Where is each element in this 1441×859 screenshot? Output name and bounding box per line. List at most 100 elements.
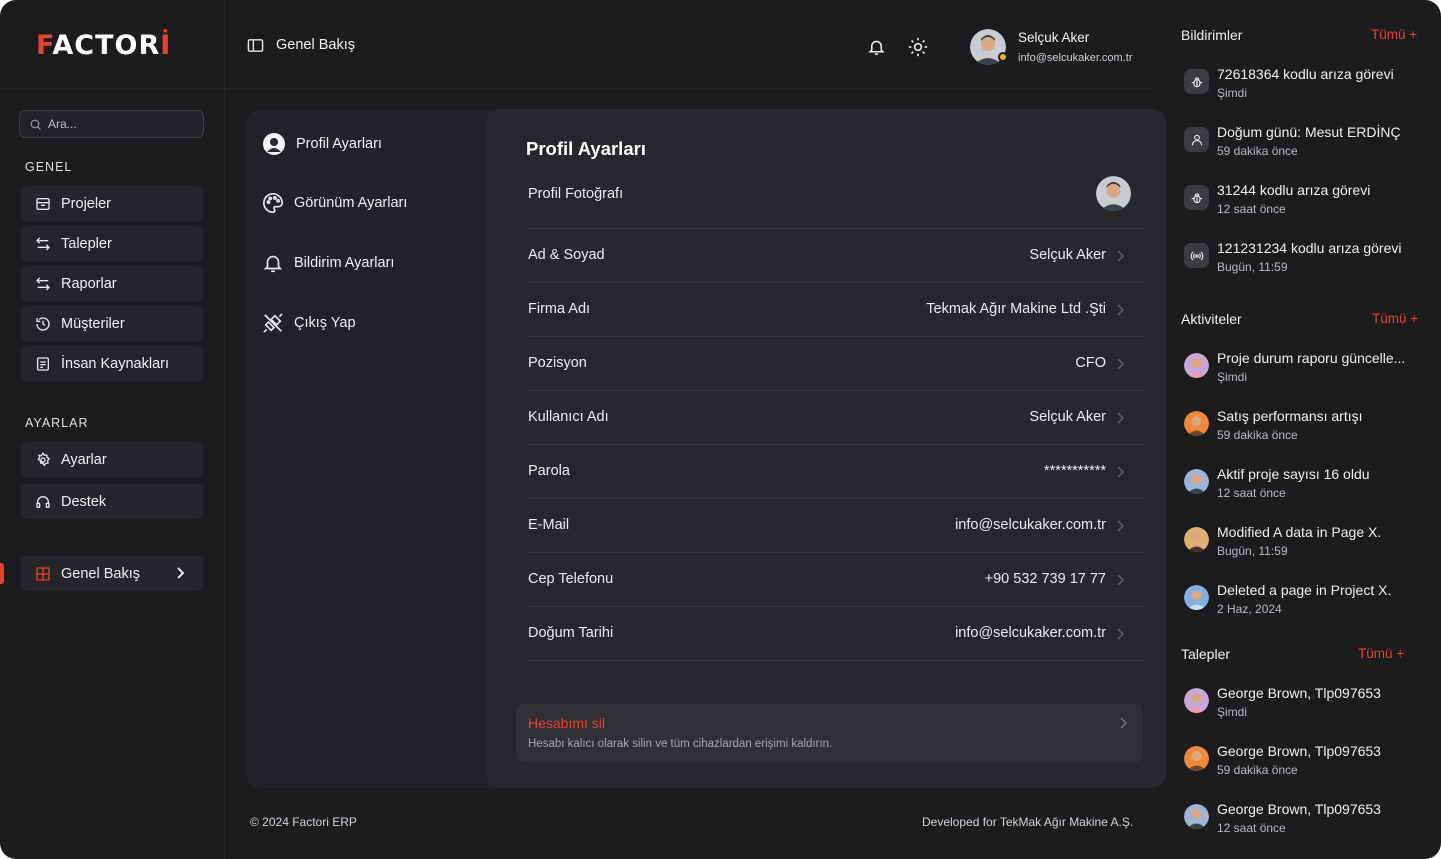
profile-row-value: CFO <box>1075 355 1106 371</box>
divider <box>528 336 1146 337</box>
chevron-right-icon <box>1117 412 1125 424</box>
sidebar-item-overview[interactable]: Genel Bakış <box>21 556 203 591</box>
profile-row-value: Selçuk Aker <box>1029 409 1106 425</box>
breadcrumb[interactable]: Genel Bakış <box>247 37 355 53</box>
chevron-right-icon <box>1117 466 1125 478</box>
requests-text: George Brown, Tlp097653 <box>1217 685 1381 701</box>
sidebar-item-reports[interactable]: Raporlar <box>21 266 203 301</box>
sidebar-item-label: Talepler <box>61 235 112 252</box>
palette-icon <box>263 193 283 213</box>
section-title-general: GENEL <box>25 160 73 174</box>
chevron-right-icon <box>177 567 185 579</box>
requests-item[interactable]: George Brown, Tlp097653 59 dakika önce <box>1184 743 1424 789</box>
bell-icon <box>263 255 283 273</box>
activities-item[interactable]: Modified A data in Page X. Bugün, 11:59 <box>1184 524 1424 570</box>
profile-panel <box>486 109 1166 788</box>
search-input[interactable] <box>48 117 188 131</box>
sidebar-item-settings[interactable]: Ayarlar <box>21 442 203 477</box>
menu-label: Bildirim Ayarları <box>294 255 395 271</box>
section-title-settings: AYARLAR <box>25 416 89 430</box>
search-box[interactable] <box>19 110 204 138</box>
profile-row-label: Pozisyon <box>528 355 587 371</box>
status-badge <box>998 52 1008 62</box>
broadcast-icon <box>1184 243 1209 268</box>
avatar <box>1184 804 1209 829</box>
notifications-text: 72618364 kodlu arıza görevi <box>1217 66 1394 82</box>
avatar <box>1184 527 1209 552</box>
profile-row[interactable] <box>528 452 1128 492</box>
sidebar-item-requests[interactable]: Talepler <box>21 226 203 261</box>
brand-logo[interactable]: FACTORİ <box>36 30 171 61</box>
chevron-right-icon <box>1120 717 1128 729</box>
notifications-item[interactable]: 121231234 kodlu arıza görevi Bugün, 11:59 <box>1184 240 1424 286</box>
headset-icon <box>36 495 50 508</box>
profile-row-label: Kullanıcı Adı <box>528 409 609 425</box>
menu-profile-settings[interactable]: Profil Ayarları <box>262 132 382 156</box>
menu-notification-settings[interactable]: Bildirim Ayarları <box>262 252 394 274</box>
profile-row-label: Doğum Tarihi <box>528 625 614 641</box>
profile-row-value: info@selcukaker.com.tr <box>955 625 1106 641</box>
app-window: FACTORİ GENEL Projeler Talepler Raporlar… <box>0 0 1441 859</box>
sidebar-item-support[interactable]: Destek <box>21 484 203 519</box>
requests-item[interactable]: George Brown, Tlp097653 Şimdi <box>1184 685 1424 731</box>
delete-account-button[interactable]: Hesabımı sil Hesabı kalıcı olarak silin … <box>516 704 1143 762</box>
requests-all-link[interactable]: Tümü + <box>1358 646 1404 661</box>
notifications-item[interactable]: 72618364 kodlu arıza görevi Şimdi <box>1184 66 1424 112</box>
menu-label: Çıkış Yap <box>294 315 356 331</box>
notifications-item[interactable]: Doğum günü: Mesut ERDİNÇ 59 dakika önce <box>1184 124 1424 170</box>
sidebar-toggle-icon[interactable] <box>247 38 264 53</box>
requests-title: Talepler <box>1181 646 1231 662</box>
gear-icon <box>37 451 50 467</box>
profile-row[interactable] <box>528 344 1128 384</box>
activities-item[interactable]: Proje durum raporu güncelle... Şimdi <box>1184 350 1424 396</box>
page-title: Profil Ayarları <box>526 138 646 159</box>
profile-photo-label: Profil Fotoğrafı <box>528 186 624 202</box>
divider <box>528 390 1146 391</box>
activities-text: Deleted a page in Project X. <box>1217 582 1392 598</box>
sidebar-item-label: Projeler <box>61 195 111 212</box>
profile-row-value: Tekmak Ağır Makine Ltd .Şti <box>926 301 1106 317</box>
grid-icon <box>36 566 50 581</box>
requests-time: 12 saat önce <box>1217 821 1286 835</box>
profile-row-value: info@selcukaker.com.tr <box>955 517 1106 533</box>
history-icon <box>36 316 50 331</box>
sidebar-item-label: Müşteriler <box>61 315 125 332</box>
notifications-time: Şimdi <box>1217 86 1248 100</box>
requests-item[interactable]: George Brown, Tlp097653 12 saat önce <box>1184 801 1424 847</box>
notifications-all-link[interactable]: Tümü + <box>1371 27 1417 42</box>
activities-all-link[interactable]: Tümü + <box>1372 311 1418 326</box>
sidebar-item-hr[interactable]: İnsan Kaynakları <box>21 346 203 381</box>
sidebar-item-label: İnsan Kaynakları <box>61 355 170 372</box>
activities-item[interactable]: Aktif proje sayısı 16 oldu 12 saat önce <box>1184 466 1424 512</box>
sidebar-item-label: Genel Bakış <box>61 565 140 582</box>
menu-label: Görünüm Ayarları <box>294 195 408 211</box>
logo-mark: FACTORİ <box>36 30 172 61</box>
profile-photo[interactable] <box>1096 176 1131 211</box>
divider <box>528 660 1146 661</box>
activities-time: Bugün, 11:59 <box>1217 544 1288 558</box>
divider <box>528 444 1146 445</box>
sun-icon[interactable] <box>908 37 928 57</box>
menu-logout[interactable]: Çıkış Yap <box>262 312 356 334</box>
notifications-time: Bugün, 11:59 <box>1217 260 1288 274</box>
menu-label: Profil Ayarları <box>296 136 382 152</box>
requests-text: George Brown, Tlp097653 <box>1217 801 1381 817</box>
footer-copyright: © 2024 Factori ERP <box>250 815 357 829</box>
profile-row-label: Parola <box>528 463 570 479</box>
sidebar-item-projects[interactable]: Projeler <box>21 186 203 221</box>
chevron-right-icon <box>1117 574 1125 586</box>
profile-row-label: E-Mail <box>528 517 570 533</box>
bell-icon[interactable] <box>867 37 886 57</box>
requests-text: George Brown, Tlp097653 <box>1217 743 1381 759</box>
activities-item[interactable]: Satış performansı artışı 59 dakika önce <box>1184 408 1424 454</box>
notifications-item[interactable]: 31244 kodlu arıza görevi 12 saat önce <box>1184 182 1424 228</box>
projects-icon <box>36 197 50 210</box>
active-indicator <box>0 563 4 584</box>
notifications-time: 12 saat önce <box>1217 202 1286 216</box>
activities-item[interactable]: Deleted a page in Project X. 2 Haz, 2024 <box>1184 582 1424 628</box>
avatar <box>1184 353 1209 378</box>
menu-appearance-settings[interactable]: Görünüm Ayarları <box>262 192 407 214</box>
avatar <box>1184 411 1209 436</box>
notifications-text: Doğum günü: Mesut ERDİNÇ <box>1217 124 1401 140</box>
sidebar-item-customers[interactable]: Müşteriler <box>21 306 203 341</box>
